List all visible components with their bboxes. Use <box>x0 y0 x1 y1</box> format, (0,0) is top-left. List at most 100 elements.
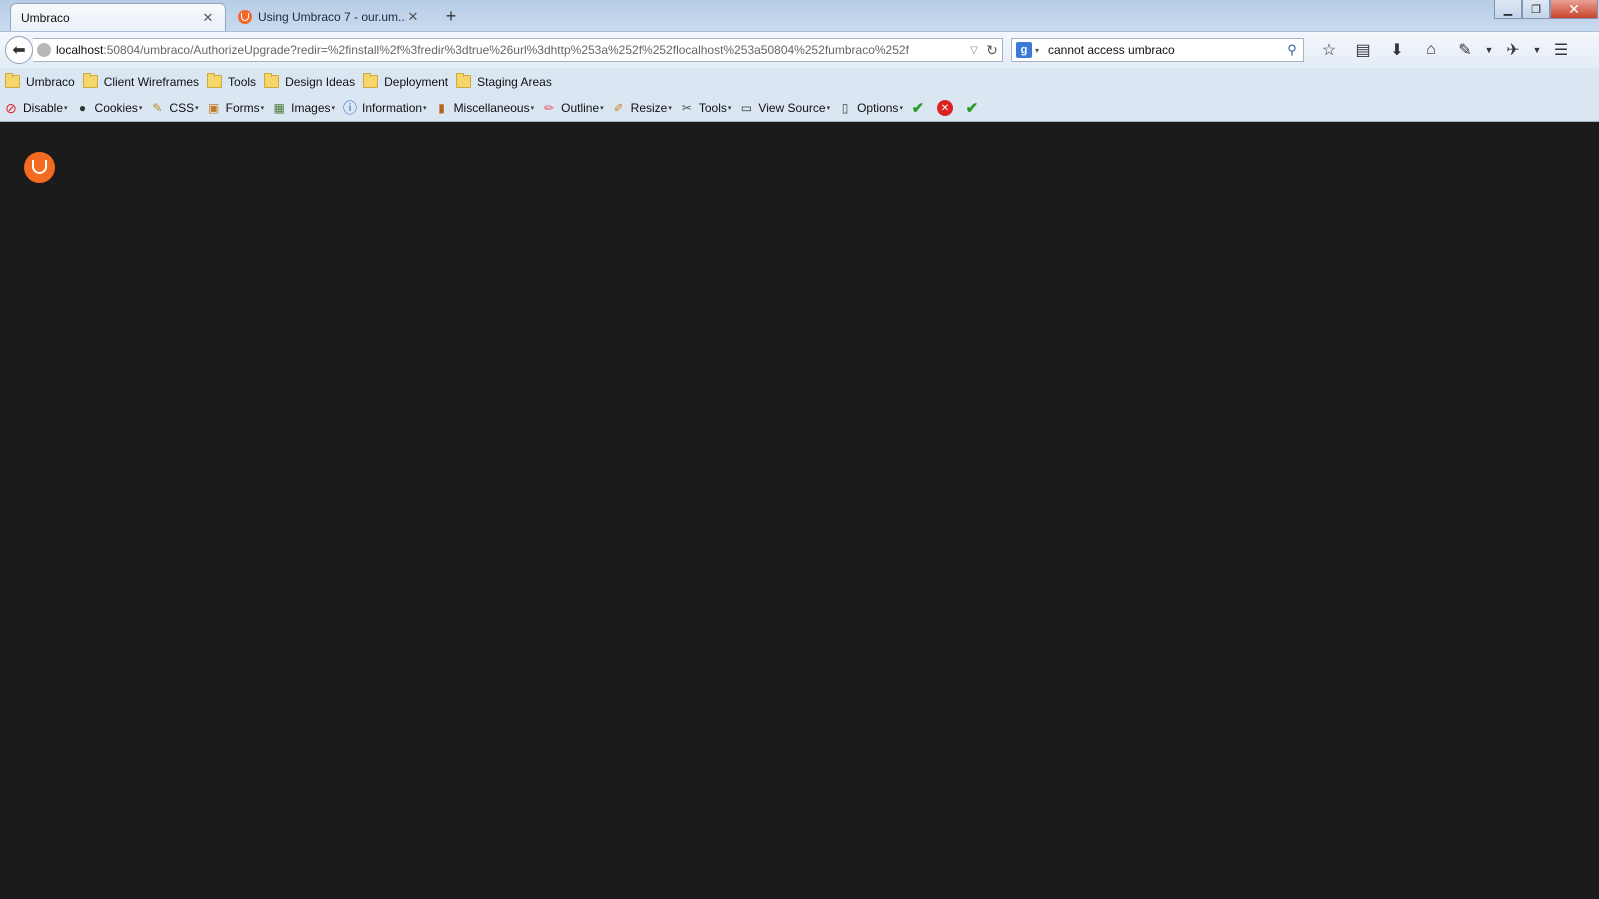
tab-label: Umbraco <box>21 10 70 25</box>
dev-menu-label: Information <box>362 101 423 115</box>
google-search-engine-icon[interactable]: g <box>1016 42 1032 58</box>
view-source-icon: ▭ <box>740 101 753 115</box>
dev-resize-menu[interactable]: ✐ Resize ▾ <box>611 100 672 116</box>
menu-icon[interactable]: ☰ <box>1544 40 1578 60</box>
restore-button[interactable]: ❐ <box>1522 0 1550 19</box>
dev-outline-menu[interactable]: ✏ Outline ▾ <box>541 100 604 116</box>
dropdown-caret-icon: ▾ <box>195 105 199 112</box>
checkmark-icon: ✔ <box>965 100 979 117</box>
developer-tool-dropdown-icon[interactable]: ▼ <box>1482 45 1496 55</box>
home-icon[interactable]: ⌂ <box>1414 41 1448 59</box>
dev-menu-label: Resize <box>630 101 668 115</box>
bookmark-client-wireframes[interactable]: Client Wireframes <box>82 73 199 89</box>
bookmark-design-ideas[interactable]: Design Ideas <box>264 73 356 89</box>
dev-menu-label: Outline <box>561 101 600 115</box>
folder-icon <box>264 73 280 88</box>
umbraco-logo-icon[interactable] <box>24 152 55 183</box>
dev-menu-label: Cookies <box>94 101 138 115</box>
forms-icon: ▣ <box>207 101 220 115</box>
dev-menu-label: Miscellaneous <box>453 101 530 115</box>
dev-view-source-menu[interactable]: ▭ View Source ▾ <box>738 100 830 116</box>
search-input[interactable]: cannot access umbraco <box>1042 43 1281 57</box>
bookmark-star-icon[interactable]: ☆ <box>1312 40 1346 60</box>
back-arrow-icon: ⬅ <box>12 42 26 59</box>
addon-dropdown-icon[interactable]: ▼ <box>1530 45 1544 55</box>
navigation-bar: ⬅ localhost:50804/umbraco/AuthorizeUpgra… <box>0 31 1599 68</box>
dev-images-menu[interactable]: ▦ Images ▾ <box>271 100 335 116</box>
cookies-icon: ● <box>78 101 87 115</box>
bookmark-label: Design Ideas <box>285 74 356 89</box>
dev-options-menu[interactable]: ▯ Options ▾ <box>837 100 903 116</box>
dev-menu-label: Disable <box>23 101 64 115</box>
minimize-button[interactable]: ▁ <box>1494 0 1522 19</box>
new-tab-button[interactable]: + <box>440 4 462 28</box>
address-bar[interactable]: localhost:50804/umbraco/AuthorizeUpgrade… <box>33 38 1003 62</box>
dev-forms-menu[interactable]: ▣ Forms ▾ <box>206 100 265 116</box>
dev-disable-menu[interactable]: ⊘ Disable ▾ <box>3 99 68 116</box>
disable-icon: ⊘ <box>5 99 17 116</box>
tab-label: Using Umbraco 7 - our.um... <box>258 10 406 24</box>
bookmark-label: Staging Areas <box>477 74 552 89</box>
dev-tools-menu[interactable]: ✂ Tools ▾ <box>679 100 732 116</box>
dev-menu-label: View Source <box>758 101 826 115</box>
downloads-icon[interactable]: ⬇ <box>1380 40 1414 60</box>
tools-icon: ✂ <box>681 101 692 115</box>
window-controls: ▁ ❐ ✕ <box>1494 0 1598 20</box>
bookmark-label: Deployment <box>384 74 449 89</box>
search-bar[interactable]: g ▾ cannot access umbraco ⚲ <box>1011 38 1304 62</box>
css-icon: ✎ <box>152 101 163 115</box>
tab-umbraco[interactable]: Umbraco ✕ <box>10 3 226 31</box>
dropdown-caret-icon: ▾ <box>64 105 68 112</box>
back-button[interactable]: ⬅ <box>5 36 33 64</box>
dev-menu-label: Options <box>857 101 899 115</box>
dropdown-caret-icon: ▾ <box>826 105 831 112</box>
folder-icon <box>207 73 223 88</box>
dropdown-caret-icon: ▾ <box>899 105 903 112</box>
folder-icon <box>363 73 379 88</box>
dev-menu-label: CSS <box>169 101 195 115</box>
bookmark-staging-areas[interactable]: Staging Areas <box>456 73 552 89</box>
checkmark-icon: ✔ <box>911 100 925 117</box>
umbraco-page <box>0 122 1599 899</box>
web-developer-toolbar: ⊘ Disable ▾ ● Cookies ▾ ✎ CSS ▾ ▣ Forms ▾ ▦ Image… <box>0 95 1599 122</box>
tab-close-icon[interactable]: ✕ <box>406 9 420 25</box>
tab-using-umbraco[interactable]: Using Umbraco 7 - our.um... ✕ <box>228 3 430 31</box>
site-identity-icon[interactable] <box>37 43 51 57</box>
css-valid-status[interactable]: ✔ <box>910 100 930 117</box>
bookmark-umbraco[interactable]: Umbraco <box>5 73 75 89</box>
dev-miscellaneous-menu[interactable]: ▮ Miscellaneous ▾ <box>434 100 535 116</box>
options-icon: ▯ <box>841 101 849 115</box>
dev-information-menu[interactable]: ⓘ Information ▾ <box>342 100 427 116</box>
bookmark-deployment[interactable]: Deployment <box>363 73 449 89</box>
resize-icon: ✐ <box>613 101 624 115</box>
bookmark-label: Umbraco <box>26 74 75 89</box>
url-path: :50804/umbraco/AuthorizeUpgrade?redir=%2… <box>103 43 909 57</box>
js-valid-status[interactable]: ✔ <box>964 100 984 117</box>
bookmark-tools[interactable]: Tools <box>207 73 256 89</box>
dropdown-caret-icon: ▾ <box>260 105 265 112</box>
folder-icon <box>5 73 20 88</box>
developer-tool-icon[interactable]: ✎ <box>1448 40 1482 60</box>
dropdown-caret-icon: ▾ <box>423 105 427 112</box>
dev-css-menu[interactable]: ✎ CSS ▾ <box>149 100 198 116</box>
dropdown-caret-icon: ▾ <box>530 105 535 112</box>
reading-list-icon[interactable]: ▤ <box>1346 40 1380 60</box>
url-host: localhost <box>56 43 104 57</box>
bookmarks-toolbar: Umbraco Client Wireframes Tools Design I… <box>0 68 1599 95</box>
addon-icon[interactable]: ✈ <box>1496 40 1530 60</box>
html-error-status[interactable]: ✕ <box>936 100 957 116</box>
dev-menu-label: Images <box>291 101 331 115</box>
close-window-button[interactable]: ✕ <box>1550 0 1598 19</box>
search-go-icon[interactable]: ⚲ <box>1281 42 1303 58</box>
url-history-dropdown-icon[interactable]: ▽ <box>966 45 982 56</box>
tab-close-icon[interactable]: ✕ <box>201 10 215 26</box>
reload-icon[interactable]: ↻ <box>982 42 1002 59</box>
dropdown-caret-icon: ▾ <box>331 105 336 112</box>
tab-strip: Umbraco ✕ Using Umbraco 7 - our.um... ✕ … <box>0 0 1599 31</box>
toolbar-icons: ☆ ▤ ⬇ ⌂ ✎ ▼ ✈ ▼ ☰ <box>1312 38 1578 62</box>
dev-cookies-menu[interactable]: ● Cookies ▾ <box>75 100 143 116</box>
images-icon: ▦ <box>273 101 285 115</box>
outline-icon: ✏ <box>544 101 555 115</box>
search-engine-dropdown-icon[interactable]: ▾ <box>1032 46 1042 55</box>
miscellaneous-icon: ▮ <box>438 101 445 115</box>
